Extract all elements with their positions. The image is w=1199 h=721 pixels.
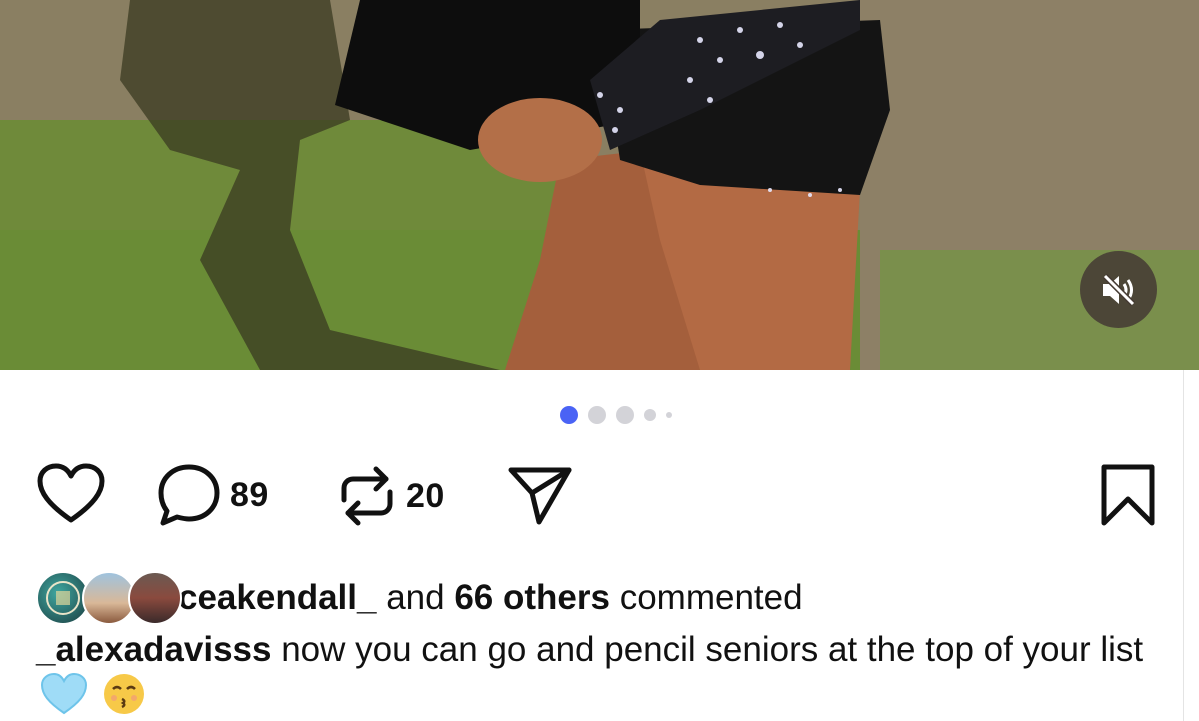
comment-bubble-icon bbox=[158, 464, 220, 526]
scrollbar[interactable] bbox=[1183, 370, 1199, 721]
repost-count: 20 bbox=[406, 476, 445, 515]
like-button[interactable] bbox=[36, 462, 106, 526]
others-count[interactable]: 66 others bbox=[454, 578, 610, 617]
avatar[interactable] bbox=[128, 571, 182, 625]
share-button[interactable] bbox=[506, 462, 574, 528]
speaker-muted-icon bbox=[1102, 273, 1135, 306]
post-video[interactable] bbox=[0, 0, 1199, 370]
heart-outline-icon bbox=[37, 463, 105, 523]
summary-suffix: commented bbox=[619, 578, 803, 617]
post-card: 89 20 ceakendall_ and 66 others commente… bbox=[0, 0, 1199, 721]
comments-summary-text: ceakendall_ and 66 others commented bbox=[178, 578, 803, 618]
comment-button[interactable]: 89 bbox=[156, 462, 269, 528]
light-blue-heart-icon bbox=[40, 672, 88, 721]
comment-count: 89 bbox=[230, 475, 269, 514]
carousel-dot[interactable] bbox=[644, 409, 656, 421]
team-logo-avatar-image bbox=[46, 581, 80, 615]
post-actions: 89 20 bbox=[36, 462, 1166, 528]
repost-icon bbox=[341, 466, 393, 526]
send-paper-plane-icon bbox=[508, 467, 572, 525]
comment-text: now you can go and pencil seniors at the… bbox=[281, 630, 1144, 669]
comments-summary[interactable]: ceakendall_ and 66 others commented bbox=[36, 570, 803, 626]
repost-button[interactable]: 20 bbox=[336, 462, 445, 530]
commenter-avatars bbox=[36, 571, 182, 625]
comment-username[interactable]: _alexadavisss bbox=[36, 630, 271, 669]
carousel-dot[interactable] bbox=[616, 406, 634, 424]
top-comment: _alexadavisss now you can go and pencil … bbox=[36, 628, 1176, 721]
carousel-dot[interactable] bbox=[588, 406, 606, 424]
kissing-face-icon bbox=[102, 672, 146, 721]
carousel-dot-active[interactable] bbox=[560, 406, 578, 424]
carousel-indicator bbox=[560, 405, 700, 425]
bookmark-icon bbox=[1101, 464, 1155, 526]
summary-connector: and bbox=[386, 578, 445, 617]
mute-button[interactable] bbox=[1080, 251, 1157, 328]
bookmark-button[interactable] bbox=[1098, 462, 1158, 528]
commenter-username[interactable]: ceakendall_ bbox=[178, 578, 376, 617]
carousel-dot[interactable] bbox=[666, 412, 672, 418]
video-frame bbox=[0, 0, 1199, 370]
